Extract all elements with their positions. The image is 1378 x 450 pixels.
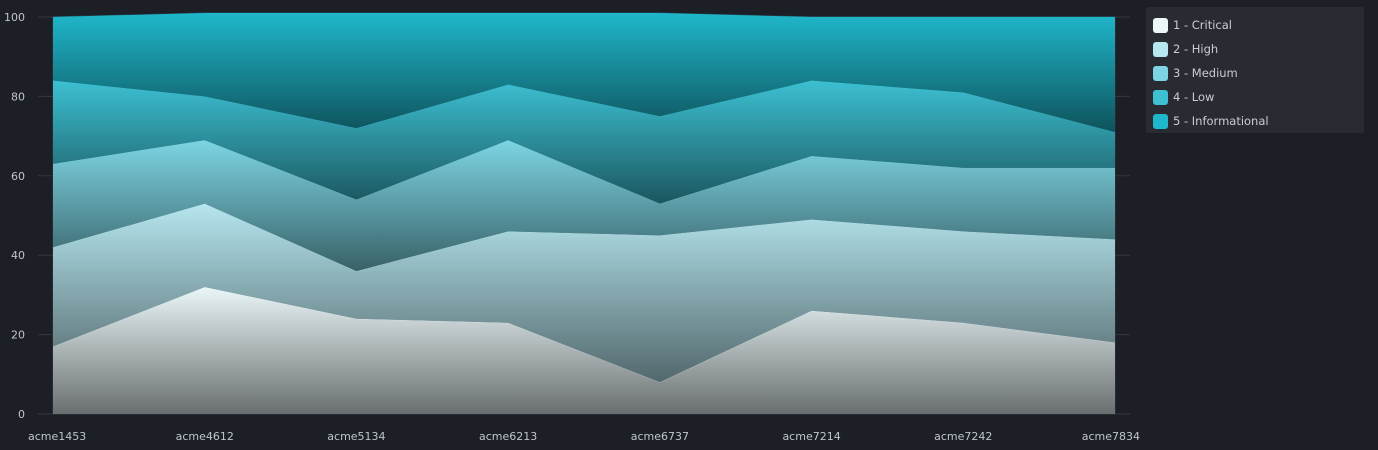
legend-item-4-low[interactable]: 4 - Low xyxy=(1153,85,1364,109)
x-tick-label: acme7242 xyxy=(934,430,992,443)
legend-item-1-critical[interactable]: 1 - Critical xyxy=(1153,13,1364,37)
legend-swatch xyxy=(1153,89,1168,105)
legend-swatch xyxy=(1153,17,1168,33)
y-axis: 0 20 40 60 80 100 xyxy=(4,11,25,421)
y-tick-label: 20 xyxy=(11,329,25,342)
legend-swatch xyxy=(1153,113,1168,129)
legend: 1 - Critical 2 - High 3 - Medium 4 - Low 5 -… xyxy=(1146,7,1364,133)
y-tick-label: 40 xyxy=(11,249,25,262)
legend-label: 4 - Low xyxy=(1173,90,1215,104)
x-tick-label: acme6737 xyxy=(631,430,689,443)
legend-label: 5 - Informational xyxy=(1173,114,1269,128)
x-tick-label: acme4612 xyxy=(176,430,234,443)
legend-item-5-informational[interactable]: 5 - Informational xyxy=(1153,109,1364,133)
x-tick-label: acme7834 xyxy=(1082,430,1140,443)
y-tick-label: 100 xyxy=(4,11,25,24)
legend-label: 3 - Medium xyxy=(1173,66,1238,80)
x-tick-label: acme7214 xyxy=(782,430,840,443)
x-tick-label: acme6213 xyxy=(479,430,537,443)
legend-item-2-high[interactable]: 2 - High xyxy=(1153,37,1364,61)
legend-swatch xyxy=(1153,41,1168,57)
legend-swatch xyxy=(1153,65,1168,81)
legend-item-3-medium[interactable]: 3 - Medium xyxy=(1153,61,1364,85)
x-tick-label: acme1453 xyxy=(28,430,86,443)
x-tick-label: acme5134 xyxy=(327,430,385,443)
x-axis: acme1453 acme4612 acme5134 acme6213 acme6737… xyxy=(28,430,1140,443)
y-tick-label: 80 xyxy=(11,90,25,103)
series-areas xyxy=(52,12,1116,414)
legend-label: 2 - High xyxy=(1173,42,1219,56)
y-tick-label: 60 xyxy=(11,170,25,183)
y-tick-label: 0 xyxy=(18,408,25,421)
legend-label: 1 - Critical xyxy=(1173,18,1232,32)
